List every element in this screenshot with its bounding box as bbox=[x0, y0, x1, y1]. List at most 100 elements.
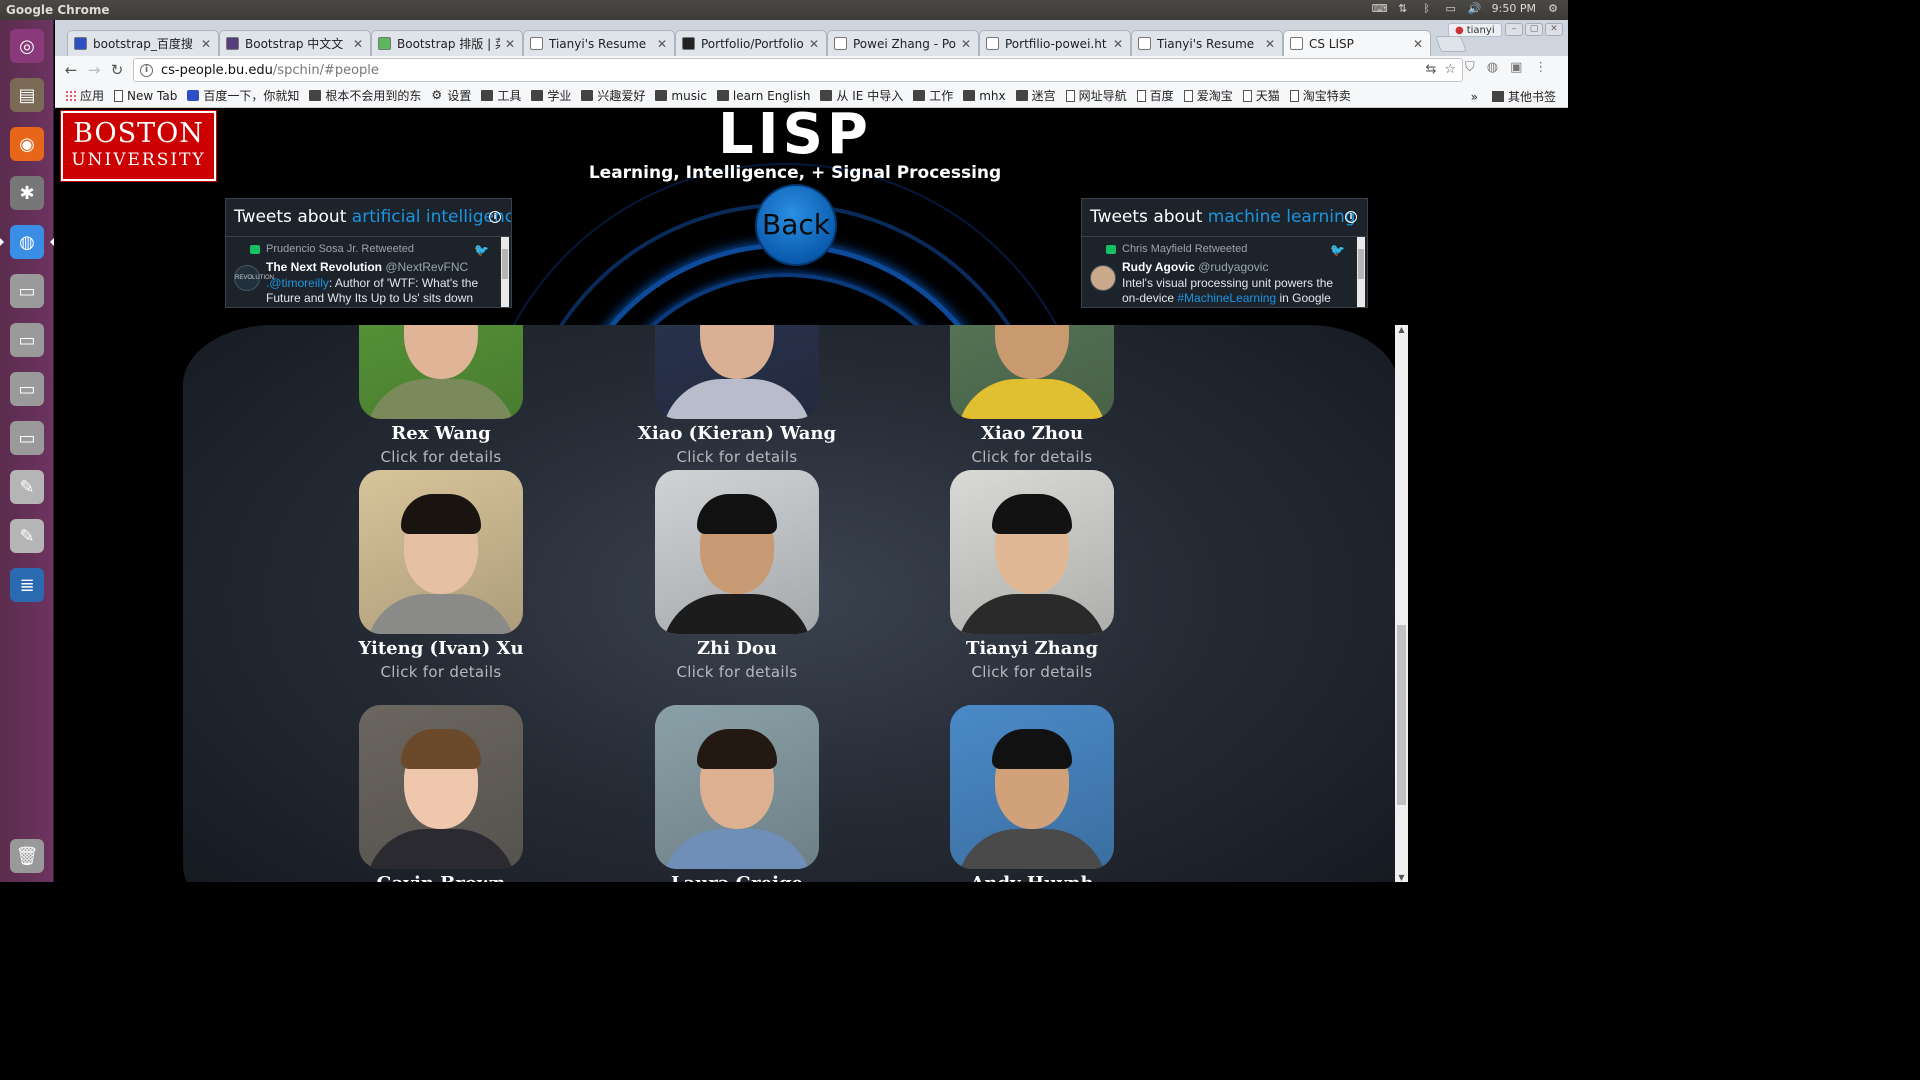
bookmark-item[interactable]: ⚙ 设置 bbox=[431, 87, 471, 104]
bookmark-item[interactable]: New Tab bbox=[114, 89, 177, 103]
person-details-link[interactable]: Click for details bbox=[311, 663, 571, 681]
scroll-down-icon[interactable]: ▼ bbox=[1395, 873, 1408, 882]
person-card[interactable]: Yiteng (Ivan) Xu Click for details bbox=[311, 470, 571, 681]
bookmark-item[interactable]: music bbox=[655, 89, 707, 103]
person-card[interactable]: Gavin BrownClick for details bbox=[311, 705, 571, 882]
person-card[interactable]: Rex Wang Click for details bbox=[311, 325, 571, 466]
tab-close-icon[interactable]: ✕ bbox=[352, 37, 364, 51]
bookmark-item[interactable]: 天猫 bbox=[1242, 87, 1280, 104]
tab-close-icon[interactable]: ✕ bbox=[200, 37, 212, 51]
person-card[interactable]: Xiao (Kieran) Wang Click for details bbox=[607, 325, 867, 466]
tweet-hashtag-link[interactable]: #MachineLearning bbox=[1177, 291, 1276, 305]
files-launcher-item[interactable]: ▤ bbox=[5, 73, 49, 117]
person-photo[interactable] bbox=[359, 470, 523, 634]
battery-icon[interactable]: ▭ bbox=[1444, 2, 1458, 15]
tweet-mention-link[interactable]: .@timoreilly bbox=[266, 276, 329, 290]
person-photo[interactable] bbox=[950, 325, 1114, 419]
browser-tab[interactable]: Bootstrap 排版 | 菜 ✕ bbox=[371, 30, 523, 56]
system-settings-launcher-item[interactable]: ✱ bbox=[5, 171, 49, 215]
person-photo[interactable] bbox=[950, 470, 1114, 634]
tweet[interactable]: Prudencio Sosa Jr. Retweeted 🐦 REVOLUTIO… bbox=[226, 237, 511, 307]
drive-launcher-item[interactable]: ▭ bbox=[5, 367, 49, 411]
browser-tab[interactable]: Powei Zhang - Por ✕ bbox=[827, 30, 979, 56]
translate-icon[interactable]: ⇆ bbox=[1425, 62, 1436, 77]
person-card[interactable]: Xiao Zhou Click for details bbox=[902, 325, 1162, 466]
bookmark-star-icon[interactable]: ☆ bbox=[1444, 62, 1456, 77]
bookmark-item[interactable]: 根本不会用到的东 bbox=[309, 87, 421, 104]
tab-close-icon[interactable]: ✕ bbox=[1264, 37, 1276, 51]
bookmark-item[interactable]: 从 IE 中导入 bbox=[820, 87, 903, 104]
browser-tab[interactable]: Tianyi's Resume ✕ bbox=[523, 30, 675, 56]
keyboard-icon[interactable]: ⌨ bbox=[1372, 2, 1388, 15]
tweets-topic-link[interactable]: artificial intelligence bbox=[352, 207, 511, 227]
bluetooth-icon[interactable]: ᛒ bbox=[1420, 2, 1434, 15]
bookmark-item[interactable]: 爱淘宝 bbox=[1183, 87, 1233, 104]
browser-tab[interactable]: Tianyi's Resume ✕ bbox=[1131, 30, 1283, 56]
text-editor-launcher-item[interactable]: ✎ bbox=[5, 514, 49, 558]
bookmark-item[interactable]: 学业 bbox=[531, 87, 571, 104]
tweets-topic-link[interactable]: machine learning bbox=[1208, 207, 1356, 227]
bookmark-item[interactable]: 工具 bbox=[481, 87, 521, 104]
bookmark-item[interactable]: 迷宫 bbox=[1015, 87, 1056, 104]
tweets-widget-ml[interactable]: Tweets about machine learning i Chris Ma… bbox=[1081, 198, 1368, 308]
back-button[interactable]: Back bbox=[755, 184, 837, 266]
person-details-link[interactable]: Click for details bbox=[311, 448, 571, 466]
network-icon[interactable]: ⇅ bbox=[1396, 2, 1410, 15]
bookmark-item[interactable]: 兴趣爱好 bbox=[581, 87, 645, 104]
browser-tab[interactable]: Portfilio-powei.ht ✕ bbox=[979, 30, 1131, 56]
boston-university-logo[interactable]: BOSTON UNIVERSITY bbox=[60, 110, 217, 182]
forward-arrow-icon[interactable]: → bbox=[84, 60, 104, 80]
bookmark-item[interactable]: learn English bbox=[716, 89, 810, 103]
gear-icon[interactable]: ⚙ bbox=[1546, 2, 1560, 15]
ubuntu-dash-launcher-item[interactable]: ◎ bbox=[5, 24, 49, 68]
person-photo[interactable] bbox=[950, 705, 1114, 869]
trash-launcher-item[interactable]: 🗑 bbox=[5, 834, 49, 878]
minimize-button[interactable]: – bbox=[1505, 23, 1523, 36]
tweets-scrollbar[interactable] bbox=[1357, 237, 1365, 307]
tweet-author[interactable]: Rudy Agovic @rudyagovic bbox=[1090, 260, 1347, 274]
address-bar[interactable]: i cs-people.bu.edu/spchin/#people ⇆ ☆ bbox=[133, 58, 1463, 82]
person-photo[interactable] bbox=[655, 705, 819, 869]
scroll-up-icon[interactable]: ▲ bbox=[1395, 325, 1408, 334]
avatar[interactable]: REVOLUTION bbox=[234, 265, 274, 291]
menu-icon[interactable]: ⋮ bbox=[1534, 60, 1547, 75]
tweets-scrollbar[interactable] bbox=[501, 237, 509, 307]
person-photo[interactable] bbox=[359, 705, 523, 869]
libreoffice-writer-launcher-item[interactable]: ≣ bbox=[5, 563, 49, 607]
person-details-link[interactable]: Click for details bbox=[607, 663, 867, 681]
clock[interactable]: 9:50 PM bbox=[1492, 2, 1536, 15]
tweet[interactable]: Chris Mayfield Retweeted 🐦 Rudy Agovic @… bbox=[1082, 237, 1367, 307]
bookmarks-overflow-button[interactable]: » bbox=[1471, 90, 1478, 104]
drive-launcher-item[interactable]: ▭ bbox=[5, 269, 49, 313]
bookmark-item[interactable]: 百度 bbox=[1136, 87, 1174, 104]
bookmark-item[interactable]: mhx bbox=[963, 89, 1006, 103]
person-card[interactable]: Tianyi Zhang Click for details bbox=[902, 470, 1162, 681]
person-card[interactable]: Laura GreigeClick for details bbox=[607, 705, 867, 882]
drive-launcher-item[interactable]: ▭ bbox=[5, 416, 49, 460]
person-card[interactable]: Zhi Dou Click for details bbox=[607, 470, 867, 681]
person-photo[interactable] bbox=[359, 325, 523, 419]
person-details-link[interactable]: Click for details bbox=[902, 663, 1162, 681]
drive-launcher-item[interactable]: ▭ bbox=[5, 318, 49, 362]
avatar[interactable] bbox=[1090, 265, 1116, 291]
site-info-icon[interactable]: i bbox=[140, 63, 153, 77]
info-icon[interactable]: i bbox=[489, 211, 501, 223]
other-bookmarks[interactable]: 其他书签 bbox=[1508, 88, 1556, 105]
browser-tab[interactable]: Bootstrap 中文文 ✕ bbox=[219, 30, 371, 56]
profile-badge[interactable]: ● tianyi bbox=[1448, 23, 1502, 37]
tab-close-icon[interactable]: ✕ bbox=[808, 37, 820, 51]
shield-icon[interactable]: ⛉ bbox=[1465, 60, 1475, 75]
extension-icon[interactable]: ◍ bbox=[1487, 60, 1498, 75]
tweet-author[interactable]: The Next Revolution @NextRevFNC bbox=[234, 260, 491, 274]
reload-icon[interactable]: ↻ bbox=[107, 60, 127, 80]
close-window-button[interactable]: ✕ bbox=[1545, 23, 1563, 36]
person-photo[interactable] bbox=[655, 325, 819, 419]
bookmark-item[interactable]: 网址导航 bbox=[1065, 87, 1127, 104]
person-details-link[interactable]: Click for details bbox=[902, 448, 1162, 466]
bookmark-item[interactable]: 应用 bbox=[65, 87, 104, 104]
info-icon[interactable]: i bbox=[1345, 211, 1357, 223]
people-scrollbar[interactable]: ▲ ▼ bbox=[1395, 325, 1408, 882]
tweets-widget-ai[interactable]: Tweets about artificial intelligence i P… bbox=[225, 198, 512, 308]
bookmark-item[interactable]: 百度一下，你就知 bbox=[187, 87, 299, 104]
person-photo[interactable] bbox=[655, 470, 819, 634]
